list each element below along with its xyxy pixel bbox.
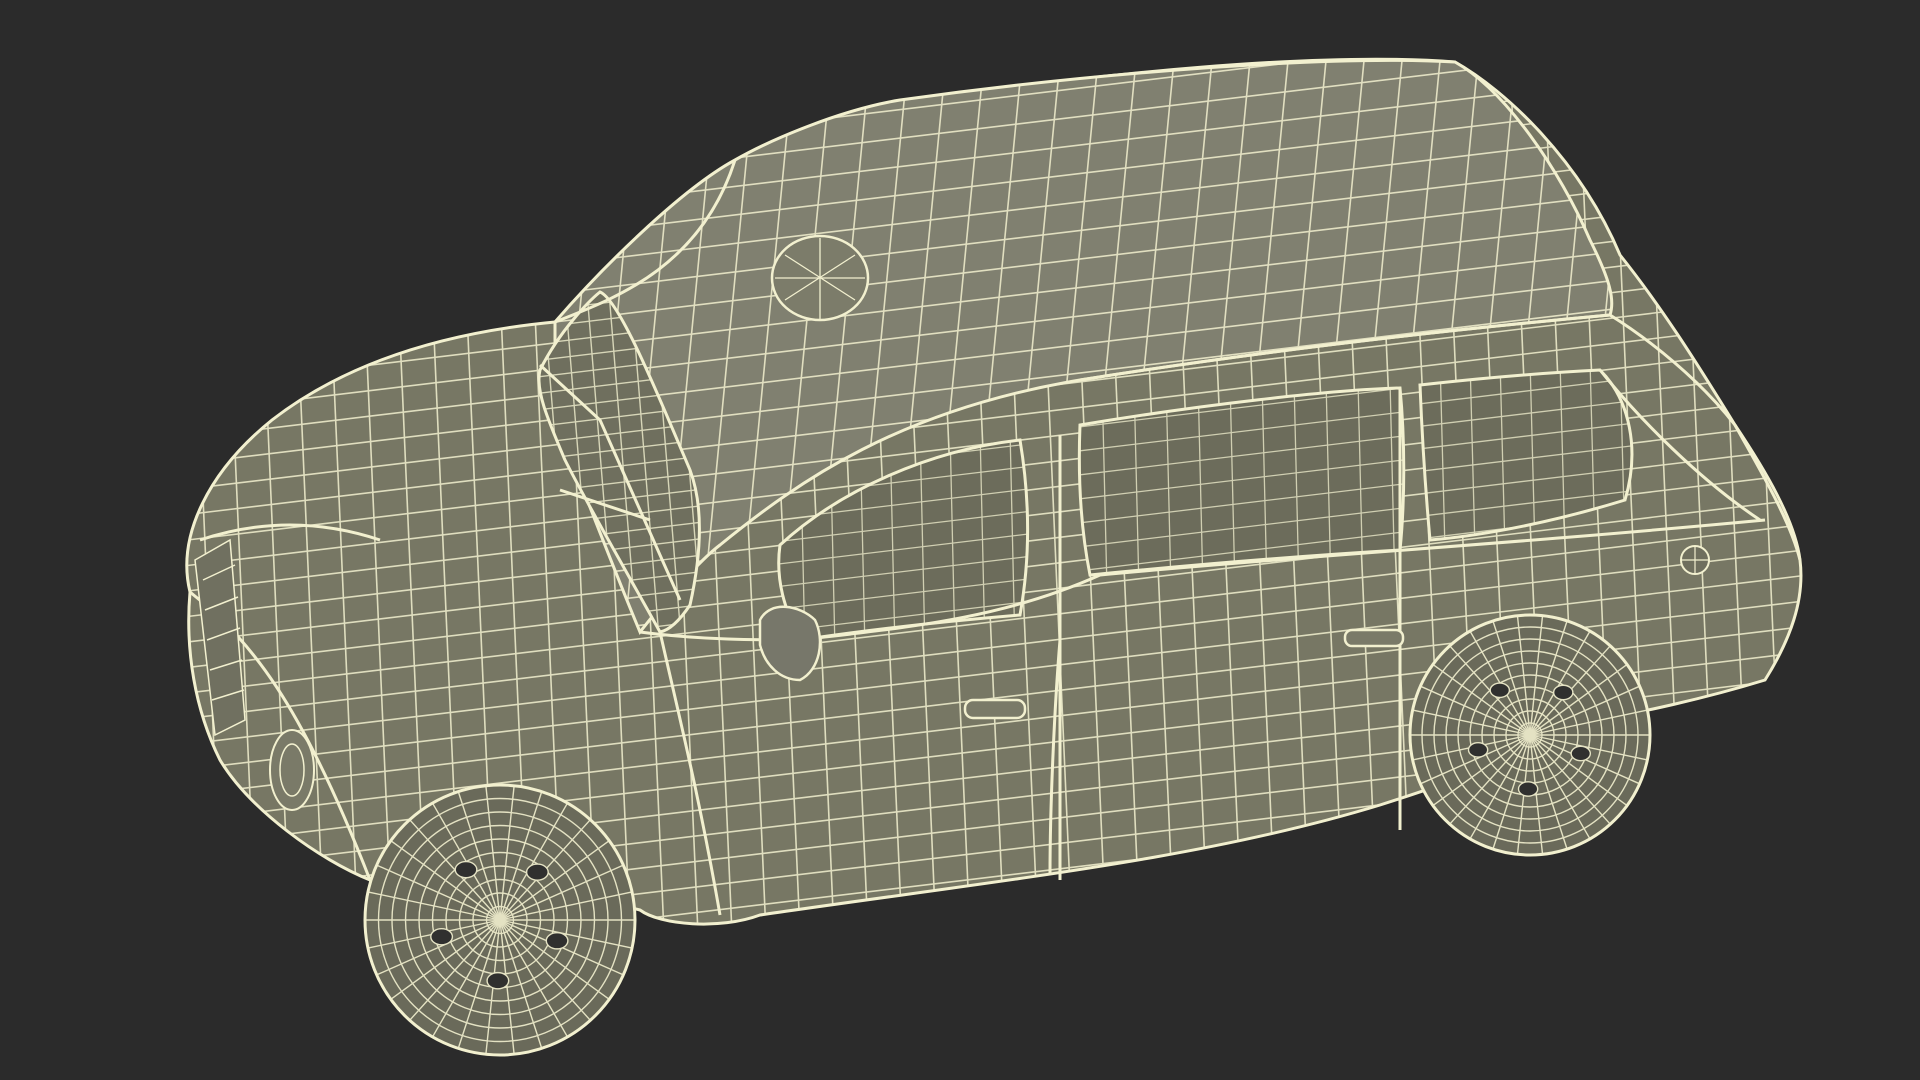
mesh-edge (555, 60, 1612, 70)
wheel-hole (486, 971, 510, 990)
mesh-edge (186, 59, 1801, 61)
headlight (269, 729, 315, 811)
wheel-hole (430, 927, 454, 946)
render-viewport[interactable] (0, 0, 1920, 1080)
taxi-model (185, 0, 1856, 1057)
wheel-hole (1467, 741, 1489, 758)
rear-wheel (1408, 613, 1652, 857)
wheel-hole (1489, 682, 1511, 699)
wheel-hole (1570, 745, 1592, 762)
wheel-hole (1552, 684, 1574, 701)
mesh-edge (530, 0, 1640, 40)
mesh-edge (186, 59, 1801, 87)
mesh-edge (186, 59, 191, 925)
mesh-edge (1816, 60, 1856, 980)
wheel-hole (545, 931, 569, 950)
front-wheel (363, 783, 637, 1057)
wireframe-car-render (185, 0, 1856, 1057)
wheel-hole (1517, 781, 1539, 797)
fuel-cap (1680, 545, 1710, 575)
wheel-hole (525, 863, 549, 881)
taxi-roof-sign (770, 234, 870, 322)
wheel-hole (454, 860, 478, 879)
